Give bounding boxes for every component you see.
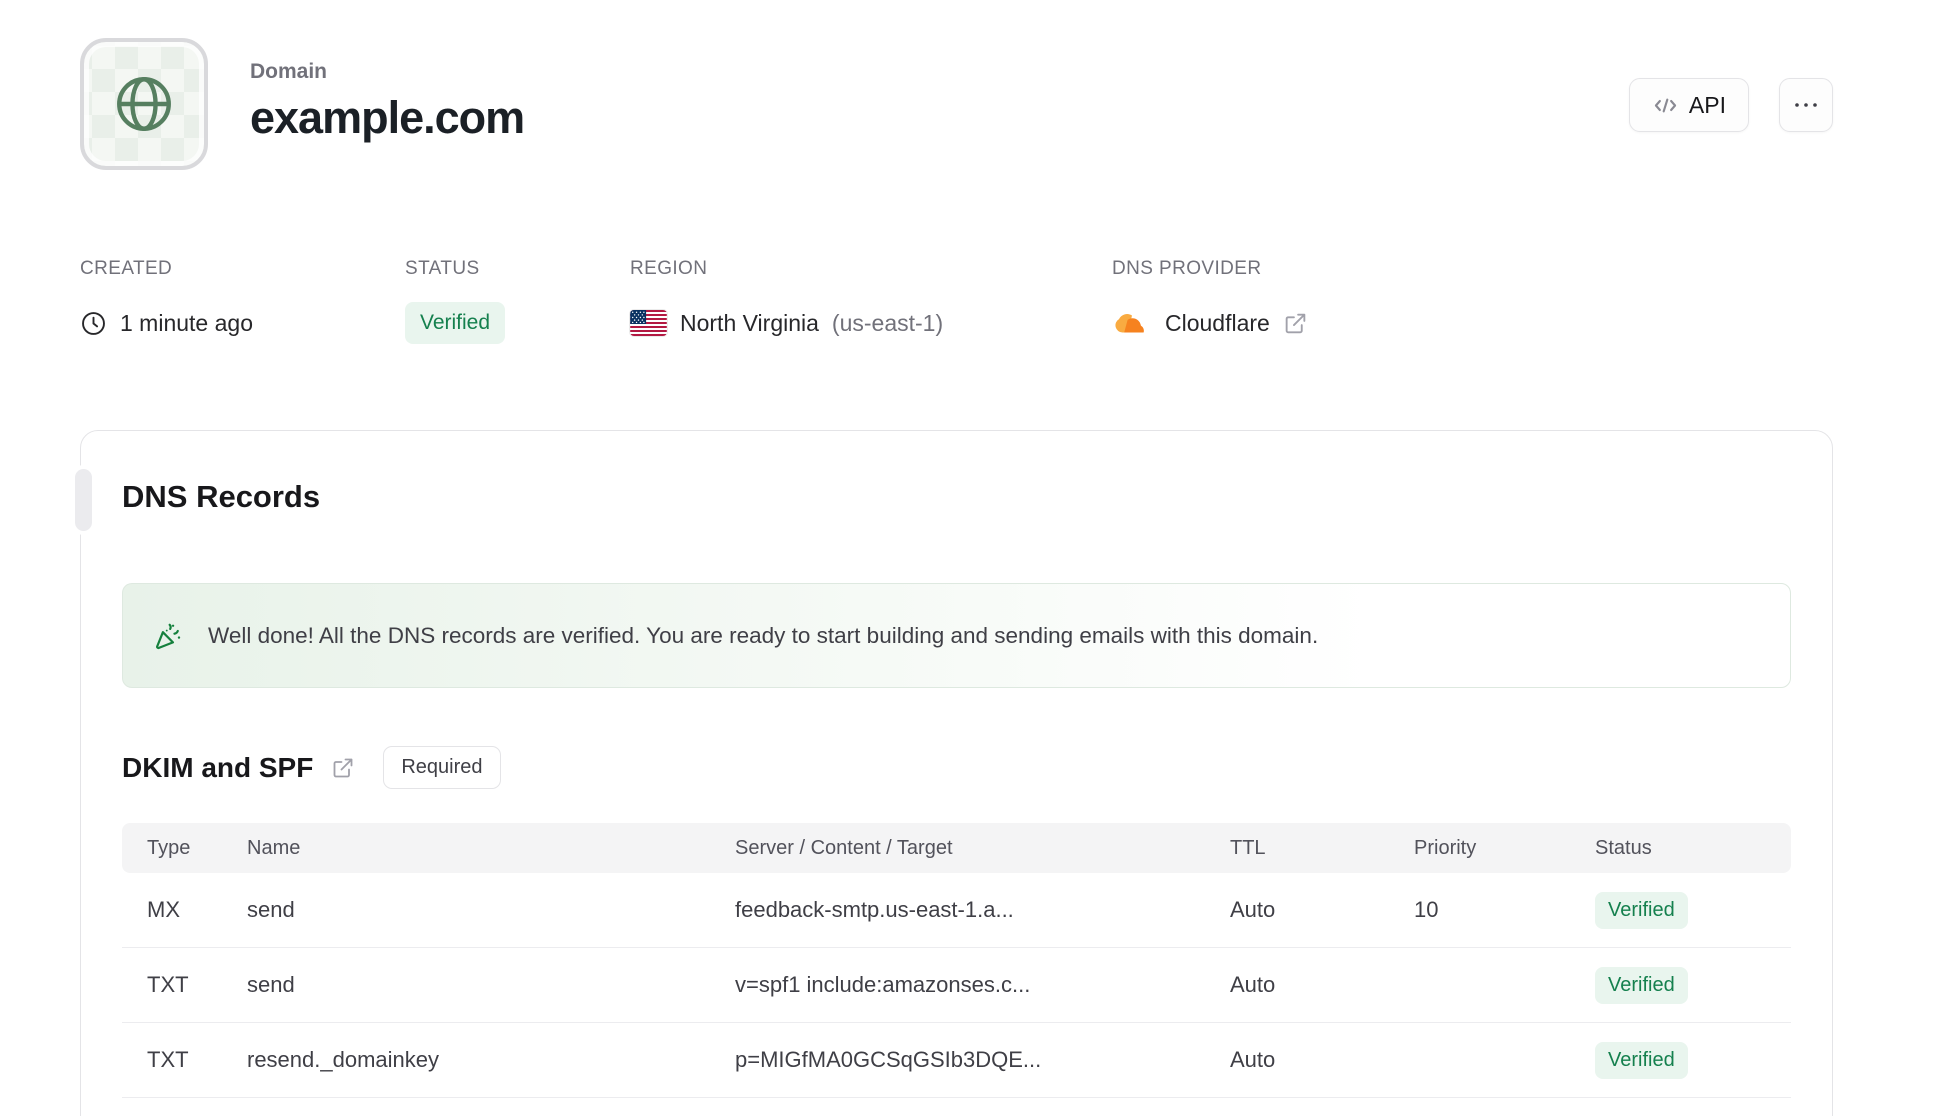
dns-records-table: Type Name Server / Content / Target TTL …	[122, 823, 1791, 1098]
required-badge: Required	[383, 746, 501, 789]
external-link-icon[interactable]	[331, 756, 355, 780]
record-status-badge: Verified	[1595, 966, 1688, 1004]
us-flag-icon	[630, 310, 667, 336]
column-header-name: Name	[247, 836, 301, 859]
record-name: send	[247, 972, 295, 997]
record-ttl: Auto	[1230, 972, 1276, 997]
code-icon	[1652, 92, 1679, 119]
api-button-label: API	[1688, 91, 1726, 118]
region-value: North Virginia	[680, 309, 819, 336]
column-header-content: Server / Content / Target	[735, 836, 953, 859]
success-banner-message: Well done! All the DNS records are verif…	[208, 622, 1319, 648]
domain-detail-page: Domain example.com API CREATED 1 minute …	[75, 0, 1833, 1116]
card-scroll-notch	[75, 469, 92, 531]
table-row: MX send feedback-smtp.us-east-1.a... Aut…	[122, 873, 1791, 948]
status-label: STATUS	[405, 258, 480, 279]
record-status-badge: Verified	[1595, 891, 1688, 929]
record-content[interactable]: feedback-smtp.us-east-1.a...	[735, 897, 1230, 923]
column-header-status: Status	[1595, 836, 1652, 859]
meta-region: REGION North Virginia (us-east-1)	[630, 258, 1112, 346]
party-popper-icon	[153, 619, 186, 652]
record-type: TXT	[147, 972, 189, 997]
record-name: resend._domainkey	[247, 1047, 440, 1072]
dns-provider-label: DNS PROVIDER	[1112, 258, 1262, 279]
globe-icon	[111, 71, 177, 137]
page-title: example.com	[250, 92, 525, 143]
record-priority: 10	[1414, 897, 1439, 922]
page-header: Domain example.com API	[80, 38, 1833, 170]
column-header-ttl: TTL	[1230, 836, 1266, 859]
region-code: (us-east-1)	[831, 309, 944, 336]
cloudflare-icon	[1112, 310, 1152, 337]
dkim-spf-section-header: DKIM and SPF Required	[122, 746, 1791, 789]
created-label: CREATED	[80, 258, 173, 279]
created-value: 1 minute ago	[120, 309, 253, 336]
record-type: TXT	[147, 1047, 189, 1072]
record-ttl: Auto	[1230, 1047, 1276, 1072]
record-content[interactable]: v=spf1 include:amazonses.c...	[735, 972, 1230, 998]
dns-records-title: DNS Records	[122, 479, 321, 514]
record-ttl: Auto	[1230, 897, 1276, 922]
record-status-badge: Verified	[1595, 1041, 1688, 1079]
record-type: MX	[147, 897, 180, 922]
region-label: REGION	[630, 258, 708, 279]
page-kicker: Domain	[250, 60, 328, 83]
domain-avatar	[80, 38, 208, 170]
ellipsis-icon	[1793, 101, 1819, 109]
column-header-type: Type	[147, 836, 191, 859]
record-content[interactable]: p=MIGfMA0GCSqGSIb3DQE...	[735, 1047, 1230, 1073]
column-header-priority: Priority	[1414, 836, 1477, 859]
api-button[interactable]: API	[1628, 78, 1749, 132]
external-link-icon[interactable]	[1283, 311, 1308, 336]
meta-dns-provider: DNS PROVIDER Cloudflare	[1112, 258, 1308, 346]
meta-status: STATUS Verified	[405, 258, 630, 346]
dns-records-card: DNS Records Well done! All the DNS recor…	[75, 430, 1833, 1116]
table-row: TXT resend._domainkey p=MIGfMA0GCSqGSIb3…	[122, 1023, 1791, 1098]
dns-provider-value: Cloudflare	[1165, 309, 1270, 336]
status-badge: Verified	[405, 302, 506, 344]
page-title-block: Domain example.com	[250, 38, 525, 144]
record-name: send	[247, 897, 295, 922]
table-row: TXT send v=spf1 include:amazonses.c... A…	[122, 948, 1791, 1023]
more-options-button[interactable]	[1779, 78, 1833, 132]
table-header-row: Type Name Server / Content / Target TTL …	[122, 823, 1791, 873]
meta-created: CREATED 1 minute ago	[80, 258, 405, 346]
dkim-spf-title: DKIM and SPF	[122, 751, 314, 783]
clock-icon	[80, 310, 107, 337]
domain-meta-row: CREATED 1 minute ago STATUS Verified REG…	[80, 258, 1833, 346]
header-actions: API	[1628, 38, 1833, 132]
success-banner: Well done! All the DNS records are verif…	[122, 583, 1791, 688]
